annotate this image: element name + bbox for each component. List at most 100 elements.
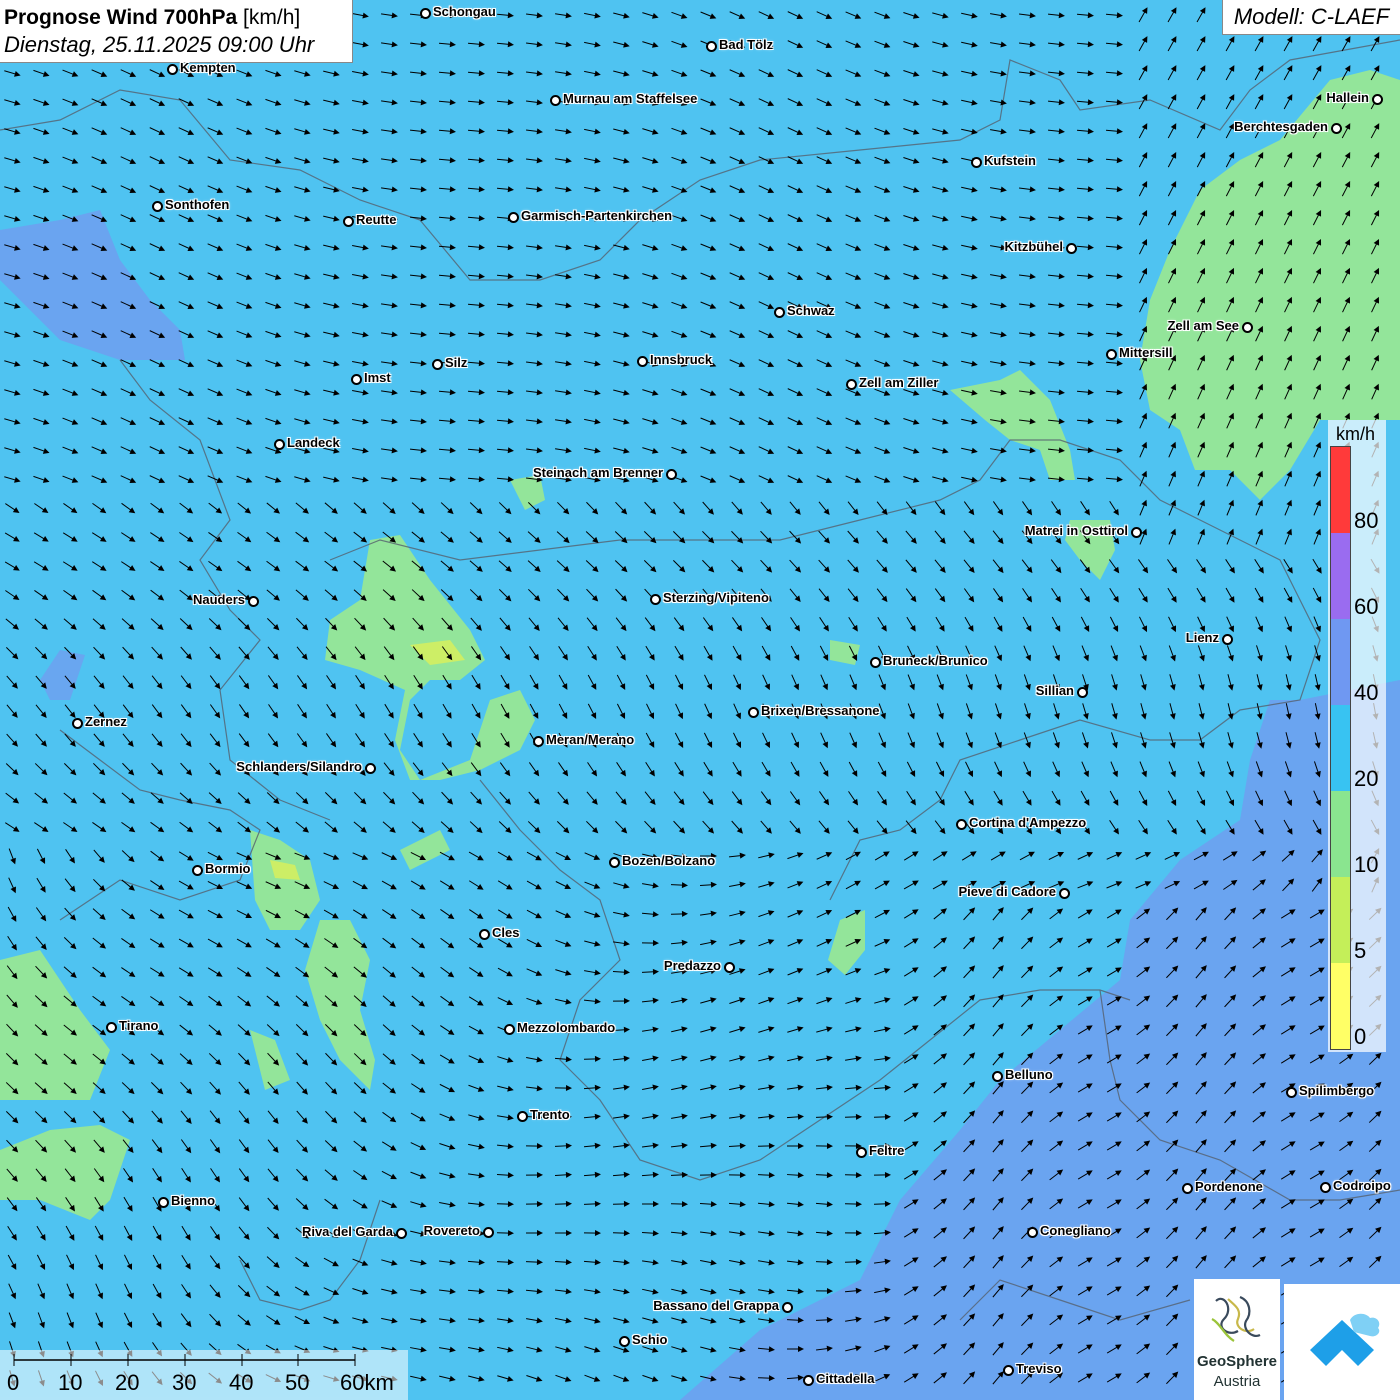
scale-label-50: 50 <box>285 1370 310 1395</box>
city-label-bienno: Bienno <box>171 1193 216 1208</box>
city-marker-steinach-am-brenner <box>666 469 677 480</box>
city-label-bormio: Bormio <box>205 861 251 876</box>
city-label-feltre: Feltre <box>869 1143 905 1158</box>
city-marker-pieve-di-cadore <box>1059 888 1070 899</box>
city-label-silz: Silz <box>445 355 468 370</box>
city-label-nauders: Nauders <box>192 592 245 607</box>
city-marker-bozen-bolzano <box>609 857 620 868</box>
city-label-schlanders-silandro: Schlanders/Silandro <box>236 759 362 774</box>
city-marker-schio <box>619 1336 630 1347</box>
city-label-schio: Schio <box>632 1332 668 1347</box>
city-marker-belluno <box>992 1071 1003 1082</box>
warnapp-cloud-icon <box>1310 1313 1380 1366</box>
legend-tick-0: 0 <box>1354 1024 1367 1049</box>
city-label-cittadella: Cittadella <box>816 1371 875 1386</box>
city-label-hallein: Hallein <box>1326 90 1369 105</box>
geosphere-logo-name: GeoSphere <box>1196 1353 1278 1370</box>
city-marker-zernez <box>72 718 83 729</box>
scale-label-10: 10 <box>58 1370 83 1395</box>
city-label-sterzing-vipiteno: Sterzing/Vipiteno <box>663 590 769 605</box>
city-marker-landeck <box>274 439 285 450</box>
city-label-spilimbergo: Spilimbergo <box>1299 1083 1375 1098</box>
city-label-innsbruck: Innsbruck <box>650 352 713 367</box>
scale-label-40: 40 <box>229 1370 254 1395</box>
scale-label-20: 20 <box>115 1370 140 1395</box>
city-marker-sterzing-vipiteno <box>650 594 661 605</box>
legend-segment <box>1331 963 1350 1049</box>
city-marker-zell-am-see <box>1242 322 1253 333</box>
city-label-cortina-d-ampezzo: Cortina d'Ampezzo <box>969 815 1087 830</box>
city-label-imst: Imst <box>364 370 391 385</box>
city-marker-innsbruck <box>637 356 648 367</box>
legend-segment <box>1331 791 1350 877</box>
city-label-schwaz: Schwaz <box>787 303 835 318</box>
city-label-murnau-am-staffelsee: Murnau am Staffelsee <box>563 91 698 106</box>
legend-tick-20: 20 <box>1354 766 1379 791</box>
city-label-bruneck-brunico: Bruneck/Brunico <box>883 653 988 668</box>
city-label-schongau: Schongau <box>433 4 496 19</box>
city-label-conegliano: Conegliano <box>1040 1223 1111 1238</box>
city-label-pordenone: Pordenone <box>1195 1179 1263 1194</box>
city-label-treviso: Treviso <box>1016 1361 1062 1376</box>
city-marker-nauders <box>248 596 259 607</box>
city-label-cles: Cles <box>492 925 520 940</box>
geosphere-logo-country: Austria <box>1213 1373 1261 1390</box>
map-title-text: Prognose Wind 700hPa <box>4 6 238 29</box>
geosphere-logo[interactable]: GeoSphere Austria <box>1194 1279 1280 1400</box>
legend-segment <box>1331 533 1350 619</box>
city-label-steinach-am-brenner: Steinach am Brenner <box>532 465 663 480</box>
city-marker-bruneck-brunico <box>870 657 881 668</box>
warnapp-logo[interactable] <box>1284 1284 1400 1400</box>
city-label-trento: Trento <box>530 1107 570 1122</box>
scale-label-30: 30 <box>172 1370 197 1395</box>
legend-color-bar <box>1330 446 1351 1050</box>
city-label-kufstein: Kufstein <box>984 153 1036 168</box>
city-label-bozen-bolzano: Bozen/Bolzano <box>622 853 716 868</box>
city-label-reutte: Reutte <box>356 212 397 227</box>
city-marker-zell-am-ziller <box>846 379 857 390</box>
city-marker-kempten <box>167 64 178 75</box>
city-label-riva-del-garda: Riva del Garda <box>301 1224 393 1239</box>
color-legend: km/h 80 60 40 20 10 5 0 <box>1328 420 1386 1052</box>
city-marker-schwaz <box>774 307 785 318</box>
city-label-sonthofen: Sonthofen <box>165 197 230 212</box>
map-title-box: Prognose Wind 700hPa [km/h] Dienstag, 25… <box>0 0 353 63</box>
city-marker-spilimbergo <box>1286 1087 1297 1098</box>
city-marker-bassano-del-grappa <box>782 1302 793 1313</box>
city-marker-trento <box>517 1111 528 1122</box>
map-title: Prognose Wind 700hPa [km/h] <box>4 4 352 31</box>
legend-tick-60: 60 <box>1354 594 1379 619</box>
city-marker-kufstein <box>971 157 982 168</box>
legend-segment <box>1331 619 1350 705</box>
city-marker-hallein <box>1372 94 1383 105</box>
city-marker-conegliano <box>1027 1227 1038 1238</box>
city-marker-lienz <box>1222 634 1233 645</box>
scale-label-0: 0 <box>7 1370 20 1395</box>
scale-bar: 0 10 20 30 40 50 60km <box>0 1350 408 1400</box>
city-label-kitzb-hel: Kitzbühel <box>1004 239 1064 254</box>
city-marker-meran-merano <box>533 736 544 747</box>
city-marker-predazzo <box>724 962 735 973</box>
city-marker-kitzb-hel <box>1066 243 1077 254</box>
city-marker-cortina-d-ampezzo <box>956 819 967 830</box>
geosphere-logo-icon <box>1211 1295 1261 1342</box>
city-label-matrei-in-osttirol: Matrei in Osttirol <box>1024 523 1128 538</box>
city-marker-riva-del-garda <box>396 1228 407 1239</box>
city-label-brixen-bressanone: Brixen/Bressanone <box>761 703 880 718</box>
city-marker-brixen-bressanone <box>748 707 759 718</box>
city-marker-matrei-in-osttirol <box>1131 527 1142 538</box>
city-marker-garmisch-partenkirchen <box>508 212 519 223</box>
city-marker-sillian <box>1077 687 1088 698</box>
city-label-bassano-del-grappa: Bassano del Grappa <box>653 1298 779 1313</box>
legend-tick-80: 80 <box>1354 508 1379 533</box>
legend-segment <box>1331 447 1350 533</box>
city-marker-imst <box>351 374 362 385</box>
forecast-datetime: Dienstag, 25.11.2025 09:00 Uhr <box>4 32 315 57</box>
city-marker-silz <box>432 359 443 370</box>
city-label-zernez: Zernez <box>85 714 127 729</box>
city-label-meran-merano: Meran/Merano <box>546 732 635 747</box>
city-label-predazzo: Predazzo <box>663 958 721 973</box>
city-marker-bienno <box>158 1197 169 1208</box>
city-marker-mezzolombardo <box>504 1024 515 1035</box>
map-title-unit: [km/h] <box>243 6 301 29</box>
